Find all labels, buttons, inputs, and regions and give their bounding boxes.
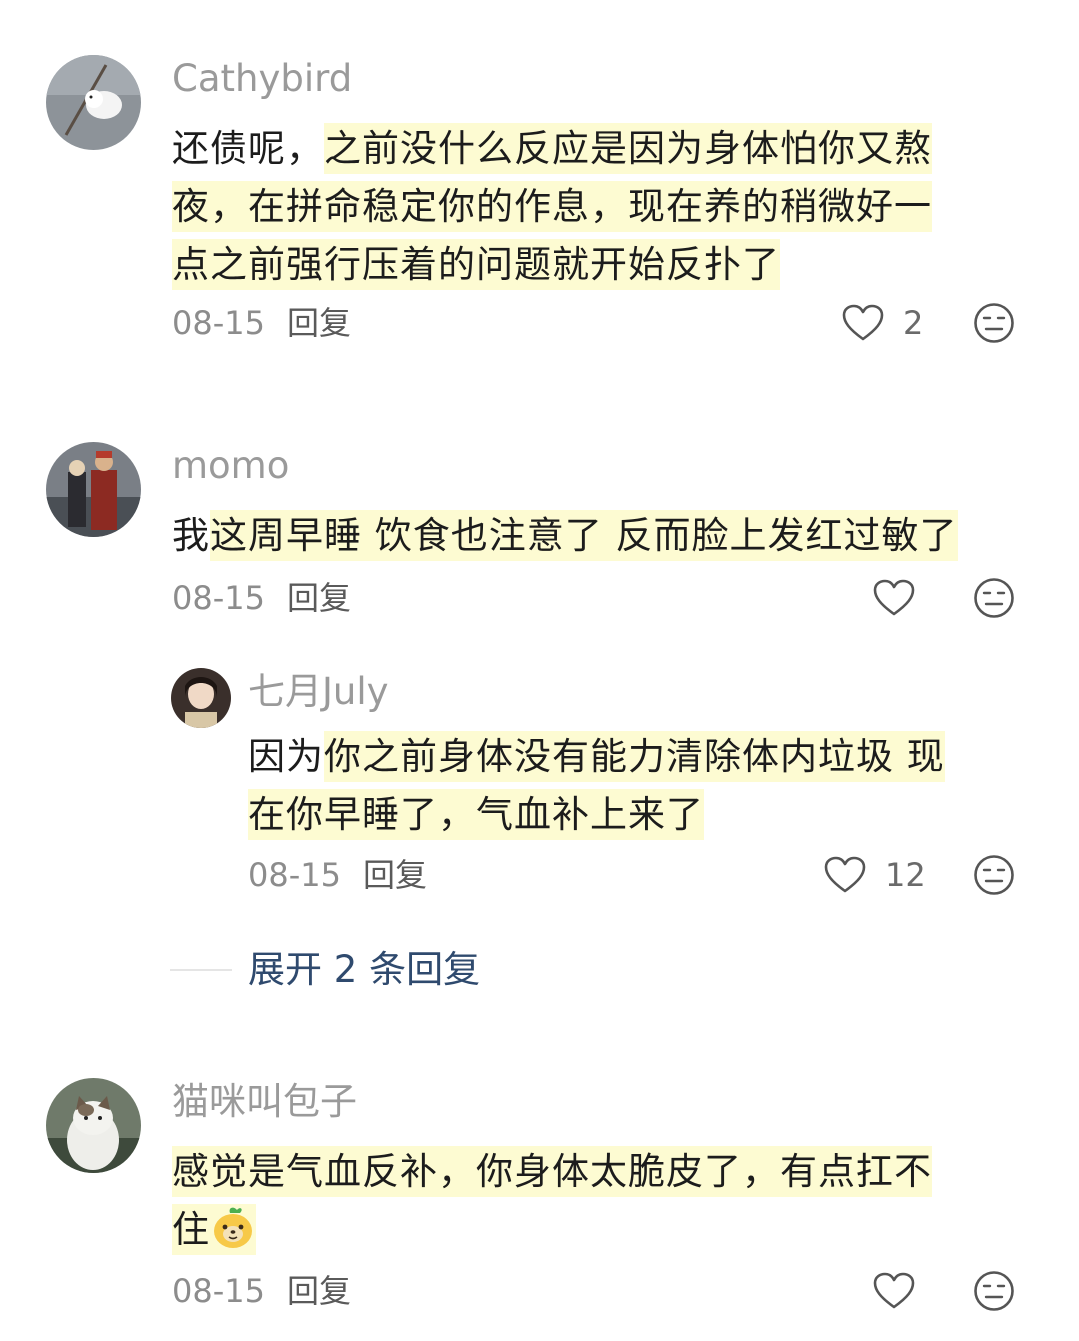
- comment-date: 08-15: [248, 856, 341, 894]
- comment-text: 因为你之前身体没有能力清除体内垃圾 现 在你早睡了，气血补上来了: [248, 728, 1058, 844]
- highlighted-text-line: 感觉是气血反补，你身体太脆皮了，有点扛不: [172, 1146, 932, 1197]
- girl-portrait-avatar-icon: [171, 668, 231, 728]
- highlighted-text-line: 夜，在拼命稳定你的作息，现在养的稍微好一: [172, 181, 932, 232]
- heart-outline-icon: [873, 579, 915, 616]
- highlighted-text-fragment: 住: [172, 1208, 210, 1251]
- avatar[interactable]: [46, 1078, 141, 1173]
- like-button[interactable]: [872, 1269, 916, 1313]
- dislike-button[interactable]: [972, 576, 1016, 620]
- heart-outline-icon: [873, 1272, 915, 1309]
- dislike-button[interactable]: [972, 1269, 1016, 1313]
- highlighted-text-line: 点之前强行压着的问题就开始反扑了: [172, 239, 780, 290]
- like-count: 12: [885, 856, 926, 894]
- highlighted-text-line: 你之前身体没有能力清除体内垃圾 现: [324, 731, 945, 782]
- like-button[interactable]: 12: [823, 853, 926, 897]
- reply-button[interactable]: 回复: [363, 856, 427, 894]
- reply-button[interactable]: 回复: [287, 579, 351, 617]
- comment-text: 感觉是气血反补，你身体太脆皮了，有点扛不 住: [172, 1143, 1062, 1259]
- comment-meta: 08-15 回复: [172, 1271, 351, 1311]
- meh-face-icon: [974, 578, 1014, 618]
- highlighted-text-line: 在你早睡了，气血补上来了: [248, 789, 704, 840]
- avatar[interactable]: [46, 442, 141, 537]
- dislike-button[interactable]: [972, 301, 1016, 345]
- username[interactable]: Cathybird: [172, 57, 352, 101]
- comment-meta: 08-15 回复: [172, 578, 351, 618]
- like-button[interactable]: 2: [841, 301, 923, 345]
- comment-meta: 08-15 回复: [248, 855, 427, 895]
- costume-photo-avatar-icon: [46, 442, 141, 537]
- avatar[interactable]: [46, 55, 141, 150]
- heart-outline-icon: [824, 856, 866, 893]
- highlighted-text-line: 之前没什么反应是因为身体怕你又熬: [324, 123, 932, 174]
- meh-face-icon: [974, 855, 1014, 895]
- comment-text: 还债呢，之前没什么反应是因为身体怕你又熬 夜，在拼命稳定你的作息，现在养的稍微好…: [172, 120, 1052, 294]
- comment-date: 08-15: [172, 304, 265, 342]
- meh-face-icon: [974, 1271, 1014, 1311]
- comment-date: 08-15: [172, 1272, 265, 1310]
- divider: [170, 969, 232, 971]
- avatar[interactable]: [171, 668, 231, 728]
- expand-replies[interactable]: 展开 2 条回复: [170, 945, 480, 995]
- like-count: 2: [903, 304, 924, 342]
- heart-outline-icon: [842, 304, 884, 341]
- username[interactable]: 猫咪叫包子: [172, 1080, 357, 1124]
- white-bird-avatar-icon: [46, 55, 141, 150]
- meh-face-icon: [974, 303, 1014, 343]
- comment-text-plain: 我: [172, 514, 210, 557]
- expand-replies-label[interactable]: 展开 2 条回复: [248, 945, 480, 995]
- highlighted-text-line: 这周早睡 饮食也注意了 反而脸上发红过敏了: [210, 510, 958, 561]
- highlighted-text-line: 住: [172, 1204, 256, 1255]
- comment-text: 我这周早睡 饮食也注意了 反而脸上发红过敏了: [172, 507, 1062, 565]
- username[interactable]: momo: [172, 444, 289, 488]
- comment-date: 08-15: [172, 579, 265, 617]
- comment-text-plain: 因为: [248, 735, 324, 778]
- reply-button[interactable]: 回复: [287, 1272, 351, 1310]
- cat-avatar-icon: [46, 1078, 141, 1173]
- reply-button[interactable]: 回复: [287, 304, 351, 342]
- comment-text-plain: 还债呢，: [172, 127, 324, 170]
- smiling-fruit-emoji-icon: [214, 1207, 252, 1248]
- dislike-button[interactable]: [972, 853, 1016, 897]
- username[interactable]: 七月July: [248, 670, 389, 714]
- like-button[interactable]: [872, 576, 916, 620]
- comment-meta: 08-15 回复: [172, 303, 351, 343]
